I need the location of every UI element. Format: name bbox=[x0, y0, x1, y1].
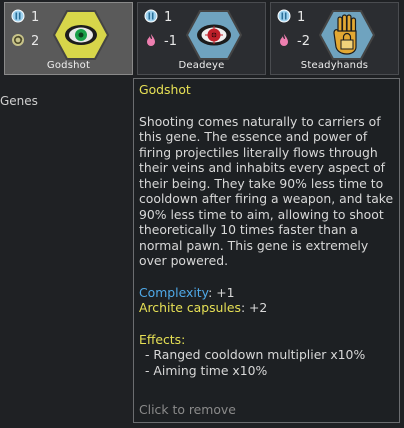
metabolism-value: -2 bbox=[297, 34, 310, 49]
remove-hint: Click to remove bbox=[139, 401, 236, 417]
metabolism-icon bbox=[280, 34, 288, 46]
effects-title: Effects: bbox=[139, 331, 186, 347]
complexity-stat: 1 bbox=[144, 9, 172, 25]
gene-tooltip: Godshot Shooting comes naturally to carr… bbox=[133, 78, 400, 423]
complexity-value: 1 bbox=[31, 10, 40, 25]
metabolism-stat: -1 bbox=[144, 33, 177, 49]
tooltip-archite-line: Archite capsules: +2 bbox=[139, 300, 394, 316]
archite-label: Archite capsules bbox=[139, 300, 241, 315]
metabolism-icon bbox=[147, 34, 155, 46]
metabolism-value: -1 bbox=[164, 34, 177, 49]
complexity-stat: 1 bbox=[11, 9, 39, 25]
complexity-label: Complexity bbox=[139, 284, 209, 300]
tooltip-effects: Effects: - Ranged cooldown multiplier x1… bbox=[139, 332, 394, 379]
godshot-eye-icon bbox=[53, 10, 109, 60]
archite-value: : +2 bbox=[240, 300, 268, 315]
deadeye-icon bbox=[186, 10, 242, 60]
gene-name: Steadyhands bbox=[300, 60, 369, 71]
archite-value: 2 bbox=[31, 34, 40, 49]
complexity-icon bbox=[144, 9, 158, 23]
genes-section-label: Genes bbox=[0, 94, 38, 108]
steady-hand-icon bbox=[319, 10, 375, 60]
archite-stat: 2 bbox=[11, 33, 39, 49]
tooltip-stats: Complexity: +1 Archite capsules: +2 bbox=[139, 285, 394, 316]
complexity-value: 1 bbox=[297, 10, 306, 25]
gene-card-deadeye[interactable]: 1 -1 Deadeye bbox=[137, 2, 266, 75]
gene-card-steadyhands[interactable]: 1 -2 Steadyhands bbox=[270, 2, 399, 75]
complexity-icon bbox=[11, 9, 25, 23]
effect-item: - Ranged cooldown multiplier x10% bbox=[145, 347, 366, 362]
gene-card-godshot[interactable]: 1 2 Godshot bbox=[4, 2, 133, 75]
effect-item: - Aiming time x10% bbox=[145, 362, 268, 378]
tooltip-title: Godshot bbox=[139, 82, 191, 97]
gene-name: Godshot bbox=[46, 60, 91, 71]
complexity-value: 1 bbox=[164, 10, 173, 25]
tooltip-complexity-line: Complexity: +1 bbox=[139, 285, 394, 301]
complexity-value: : +1 bbox=[208, 284, 235, 300]
archite-capsule-icon bbox=[12, 34, 24, 46]
complexity-icon bbox=[277, 9, 291, 23]
tooltip-description: Shooting comes naturally to carriers of … bbox=[139, 113, 394, 269]
complexity-stat: 1 bbox=[277, 9, 305, 25]
gene-name: Deadeye bbox=[178, 60, 225, 71]
metabolism-stat: -2 bbox=[277, 33, 310, 49]
